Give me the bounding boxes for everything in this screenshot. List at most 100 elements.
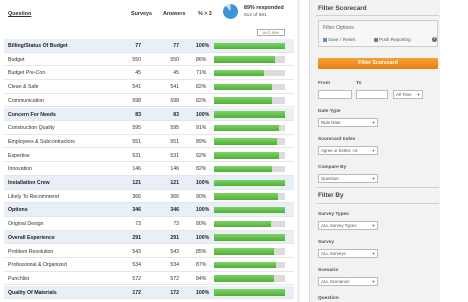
table-row[interactable]: Professional & Organized 534 534 87% (4, 258, 294, 272)
question-cell[interactable]: Problem Resolution (8, 249, 53, 255)
percent-cell: 82% (196, 84, 207, 91)
table-row[interactable]: Problem Resolution 543 543 85% (4, 245, 294, 258)
table-row[interactable]: Budget 550 550 86% (4, 53, 294, 67)
table-row[interactable]: Original Design 73 73 80% (4, 217, 294, 231)
question-cell[interactable]: Budget (8, 57, 24, 63)
table-row[interactable]: Innovation 146 146 82% (4, 162, 294, 176)
surveys-cell: 172 (132, 289, 141, 296)
compare-by-select[interactable]: Question ▼ (318, 174, 378, 183)
progress-bar (214, 111, 285, 118)
percent-cell: 100% (196, 111, 210, 118)
survey-select[interactable]: ALL Surveys ▼ (318, 249, 378, 258)
average-button[interactable]: AVG 89% (257, 29, 285, 36)
surveys-cell: 598 (132, 97, 141, 104)
from-label: From (318, 81, 330, 86)
surveys-cell: 291 (132, 234, 141, 241)
chevron-down-icon: ▼ (371, 120, 376, 125)
surveys-cell: 541 (132, 84, 141, 91)
table-scrollbar[interactable] (297, 0, 300, 302)
question-cell[interactable]: Clean & Safe (8, 84, 39, 90)
to-date-input[interactable] (356, 90, 388, 99)
progress-bar (214, 69, 285, 77)
question-cell[interactable]: Employees & Subcontractors (8, 139, 75, 145)
question-cell[interactable]: Budget Pre-Con (8, 70, 45, 76)
progress-bar-fill (214, 124, 279, 132)
question-cell[interactable]: Expertise (8, 153, 30, 159)
table-row[interactable]: Construction Quality 595 595 91% (4, 121, 294, 135)
table-row[interactable]: Likely To Recommend 366 366 90% (4, 190, 294, 204)
percent-cell: 100% (196, 289, 210, 296)
percent-cell: 86% (196, 56, 207, 63)
table-row[interactable]: Expertise 531 531 92% (4, 149, 294, 163)
table-row[interactable]: Options 346 346 100% (4, 203, 294, 217)
answers-cell: 172 (170, 289, 179, 296)
surveys-cell: 83 (135, 111, 141, 118)
chevron-down-icon: ▼ (371, 223, 376, 228)
column-header-answers[interactable]: Answers (163, 11, 185, 17)
save-link[interactable]: Save (323, 37, 338, 42)
scorecard-index-select[interactable]: Agree or better, >2 ▼ (318, 146, 378, 155)
scenario-select[interactable]: ALL Scenarios ▼ (318, 277, 378, 286)
progress-bar-fill (214, 138, 278, 145)
question-cell[interactable]: Billing/Status Of Budget (8, 43, 68, 49)
divider (316, 187, 439, 188)
table-row[interactable]: Employees & Subcontractors 551 551 89% (4, 135, 294, 149)
progress-bar (214, 165, 285, 173)
table-row[interactable]: Installation Crew 121 121 100% (4, 176, 294, 190)
percent-cell: 82% (196, 97, 207, 104)
save-icon (323, 37, 327, 42)
filter-scorecard-button[interactable]: Filter Scorecard (318, 58, 438, 69)
table-row[interactable]: Clean & Safe 541 541 82% (4, 80, 294, 94)
divider (316, 203, 439, 204)
progress-bar-fill (214, 220, 271, 228)
table-row[interactable]: Billing/Status Of Budget 77 77 100% (4, 39, 294, 53)
progress-bar (214, 220, 285, 228)
answers-cell: 534 (170, 262, 179, 269)
question-cell[interactable]: Quality Of Materials (8, 290, 57, 296)
progress-bar-fill (214, 165, 273, 173)
question-cell[interactable]: Professional & Organized (8, 262, 67, 268)
answers-cell: 551 (170, 138, 179, 145)
answers-cell: 595 (170, 125, 179, 132)
table-row[interactable]: Budget Pre-Con 45 45 71% (4, 66, 294, 80)
progress-bar (214, 261, 285, 269)
progress-bar-fill (214, 206, 285, 214)
question-cell[interactable]: Punchlist (8, 276, 29, 282)
progress-bar-fill (214, 56, 276, 63)
table-row[interactable]: Communication 598 598 82% (4, 94, 294, 108)
question-cell[interactable]: Construction Quality (8, 125, 55, 131)
table-row[interactable]: Punchlist 572 572 84% (4, 272, 294, 286)
survey-types-label: Survey Types (318, 212, 349, 217)
surveys-cell: 572 (132, 275, 141, 282)
surveys-cell: 146 (132, 166, 141, 173)
survey-types-select[interactable]: ALL Survey Types ▼ (318, 221, 378, 230)
question-cell[interactable]: Original Design (8, 221, 43, 227)
push-reporting-link[interactable]: Push Reporting (374, 37, 411, 42)
question-cell[interactable]: Innovation (8, 166, 32, 172)
progress-bar (214, 289, 285, 296)
progress-bar-fill (214, 69, 265, 77)
question-cell[interactable]: Likely To Recommend (8, 194, 59, 200)
column-header-surveys[interactable]: Surveys (131, 11, 152, 17)
from-date-input[interactable] (318, 90, 352, 99)
question-cell[interactable]: Concern For Needs (8, 112, 56, 118)
reset-link[interactable]: Reset (343, 37, 355, 42)
help-icon[interactable]: ? (432, 36, 437, 42)
percent-cell: 84% (196, 275, 207, 282)
date-type-select[interactable]: Ride Date ▼ (318, 118, 378, 127)
surveys-cell: 551 (132, 138, 141, 145)
question-cell[interactable]: Installation Crew (8, 180, 50, 186)
time-range-select[interactable]: All Time ▼ (393, 90, 423, 99)
table-row[interactable]: Quality Of Materials 172 172 100% (4, 285, 294, 300)
question-cell[interactable]: Overall Experience (8, 235, 55, 241)
question-cell[interactable]: Communication (8, 98, 44, 104)
column-header-question[interactable]: Question (8, 11, 31, 17)
percent-cell: 90% (196, 193, 207, 200)
question-cell[interactable]: Options (8, 207, 28, 213)
table-row[interactable]: Concern For Needs 83 83 100% (4, 107, 294, 121)
progress-bar (214, 179, 285, 186)
table-row[interactable]: Overall Experience 291 291 100% (4, 230, 294, 245)
column-header-pct[interactable]: % > 2 (198, 11, 212, 17)
chevron-down-icon: ▼ (371, 279, 376, 284)
filter-options-title: Filter Options (323, 25, 354, 31)
